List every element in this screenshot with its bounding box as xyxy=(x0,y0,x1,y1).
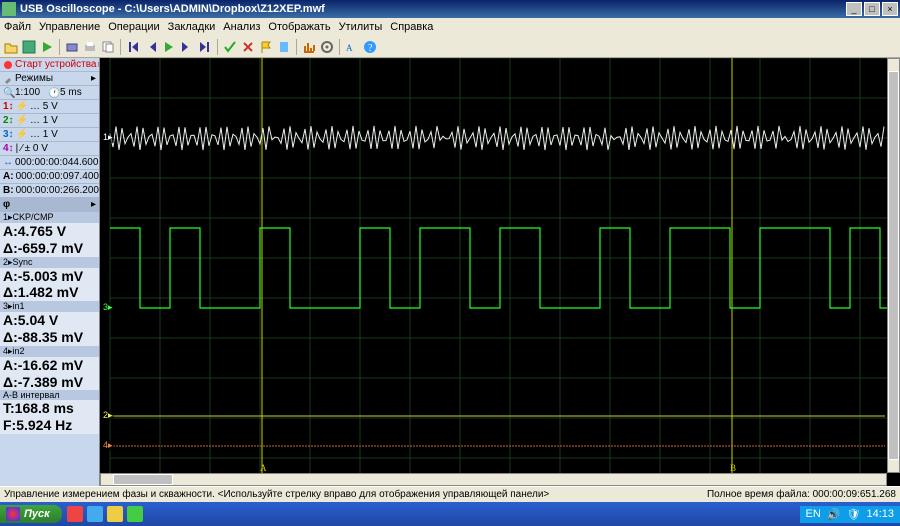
zoom-row[interactable]: 🔍 1:100 🕐 5 ms xyxy=(0,86,99,100)
print-icon[interactable] xyxy=(82,39,98,55)
vertical-scrollbar[interactable] xyxy=(887,58,900,473)
open-icon[interactable] xyxy=(3,39,19,55)
chart-icon[interactable] xyxy=(301,39,317,55)
settings-icon[interactable] xyxy=(319,39,335,55)
interval-F: F:5.924 Hz xyxy=(0,417,99,434)
app-icon xyxy=(2,2,16,16)
section-in1: 3▸in1 xyxy=(0,301,99,312)
stop-icon xyxy=(3,60,13,70)
quick-launch-icon[interactable] xyxy=(127,506,143,522)
auto-icon[interactable]: A xyxy=(344,39,360,55)
phi-header[interactable]: φ▸ xyxy=(0,198,99,212)
s3-D: Δ:-88.35 mV xyxy=(0,329,99,346)
tray-icon[interactable]: 🛡 xyxy=(847,508,861,521)
ch3-scale[interactable]: 3↕ ⚡ … 1 V xyxy=(0,128,99,142)
menu-display[interactable]: Отображать xyxy=(268,21,330,33)
svg-text:A: A xyxy=(346,43,353,53)
wrench-icon xyxy=(3,74,13,84)
device-start-button[interactable]: Старт устройства ▸ xyxy=(0,58,99,72)
copy-icon[interactable] xyxy=(100,39,116,55)
forward-end-icon[interactable] xyxy=(197,39,213,55)
status-file-time: Полное время файла: 000:00:09:651.268 xyxy=(707,489,896,500)
s4-A: A:-16.62 mV xyxy=(0,357,99,374)
rewind-start-icon[interactable] xyxy=(125,39,141,55)
menu-control[interactable]: Управление xyxy=(39,21,100,33)
status-bar: Управление измерением фазы и скважности.… xyxy=(0,486,900,502)
ch4-scale[interactable]: 4↕ | ⁄ ± 0 V xyxy=(0,142,99,156)
menu-help[interactable]: Справка xyxy=(390,21,433,33)
help-icon[interactable]: ? xyxy=(362,39,378,55)
windows-logo-icon xyxy=(6,507,20,521)
quick-launch-icon[interactable] xyxy=(107,506,123,522)
cursor-a-time[interactable]: A:000:00:00:097.400 xyxy=(0,170,99,184)
tray-icon[interactable]: 🔊 xyxy=(827,508,841,521)
quick-launch-icon[interactable] xyxy=(67,506,83,522)
ch2-scale[interactable]: 2↕ ⚡ … 1 V xyxy=(0,114,99,128)
interval-T: T:168.8 ms xyxy=(0,400,99,417)
sidebar: Старт устройства ▸ Режимы ▸ 🔍 1:100 🕐 5 … xyxy=(0,58,100,486)
toolbar: A ? xyxy=(0,36,900,58)
forward-icon[interactable] xyxy=(179,39,195,55)
menu-file[interactable]: Файл xyxy=(4,21,31,33)
section-ckp: 1▸CKP/CMP xyxy=(0,212,99,223)
menu-analysis[interactable]: Анализ xyxy=(223,21,260,33)
cursor-a-label: A xyxy=(260,463,267,473)
section-in2: 4▸in2 xyxy=(0,346,99,357)
maximize-button[interactable]: □ xyxy=(864,2,880,16)
play-icon[interactable] xyxy=(161,39,177,55)
s2-A: A:-5.003 mV xyxy=(0,268,99,285)
ch3-marker: 3▸ xyxy=(102,302,114,313)
clock-icon: 🕐 xyxy=(48,88,58,98)
main-area: Старт устройства ▸ Режимы ▸ 🔍 1:100 🕐 5 … xyxy=(0,58,900,486)
window-title: USB Oscilloscope - C:\Users\ADMIN\Dropbo… xyxy=(20,3,844,15)
magnifier-icon: 🔍 xyxy=(3,88,13,98)
ab-interval-label: A-B интервал xyxy=(0,390,99,400)
flag-icon[interactable] xyxy=(258,39,274,55)
horizontal-scrollbar[interactable] xyxy=(100,473,887,486)
check-icon[interactable] xyxy=(222,39,238,55)
time-origin[interactable]: ↔000:00:00:044.600 xyxy=(0,156,99,170)
s2-D: Δ:1.482 mV xyxy=(0,284,99,301)
s3-A: A:5.04 V xyxy=(0,312,99,329)
section-sync: 2▸Sync xyxy=(0,257,99,268)
lang-indicator[interactable]: EN xyxy=(806,508,821,520)
run-icon[interactable] xyxy=(39,39,55,55)
modes-button[interactable]: Режимы ▸ xyxy=(0,72,99,86)
menu-bookmarks[interactable]: Закладки xyxy=(168,21,216,33)
quick-launch-icon[interactable] xyxy=(87,506,103,522)
status-text: Управление измерением фазы и скважности.… xyxy=(4,489,707,500)
rewind-icon[interactable] xyxy=(143,39,159,55)
window-titlebar: USB Oscilloscope - C:\Users\ADMIN\Dropbo… xyxy=(0,0,900,18)
ch1-scale[interactable]: 1↕ ⚡ … 5 V xyxy=(0,100,99,114)
minimize-button[interactable]: _ xyxy=(846,2,862,16)
system-tray[interactable]: EN 🔊 🛡 14:13 xyxy=(800,506,900,523)
ch2-marker: 2▸ xyxy=(102,410,114,421)
clock[interactable]: 14:13 xyxy=(866,508,894,520)
start-button[interactable]: Пуск xyxy=(0,505,62,523)
ch4-marker: 4▸ xyxy=(102,440,114,451)
cursor-b-label: B xyxy=(730,463,736,473)
s1-A: A:4.765 V xyxy=(0,223,99,240)
close-button[interactable]: × xyxy=(882,2,898,16)
save-icon[interactable] xyxy=(21,39,37,55)
cross-icon[interactable] xyxy=(240,39,256,55)
bookmark-icon[interactable] xyxy=(276,39,292,55)
scope-canvas[interactable]: A B 1▸ 2▸ 3▸ 4▸ xyxy=(100,58,900,486)
cursor-b-time[interactable]: B:000:00:00:266.200 xyxy=(0,184,99,198)
svg-text:?: ? xyxy=(368,43,373,54)
menu-utilities[interactable]: Утилиты xyxy=(339,21,383,33)
ch1-marker: 1▸ xyxy=(102,132,114,143)
snapshot-icon[interactable] xyxy=(64,39,80,55)
s4-D: Δ:-7.389 mV xyxy=(0,374,99,391)
menu-operations[interactable]: Операции xyxy=(108,21,159,33)
menu-bar: Файл Управление Операции Закладки Анализ… xyxy=(0,18,900,36)
s1-D: Δ:-659.7 mV xyxy=(0,240,99,257)
